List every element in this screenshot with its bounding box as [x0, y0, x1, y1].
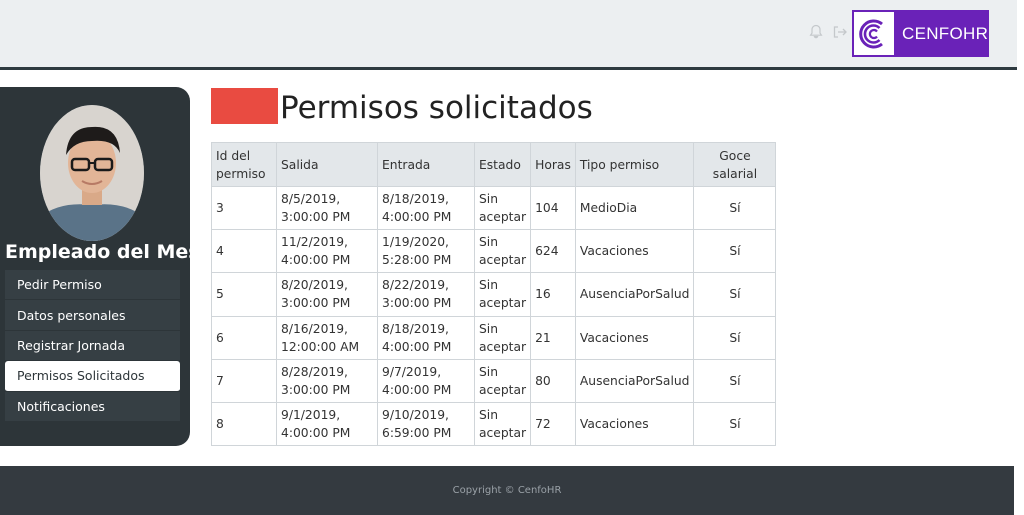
cenfo-logo-icon [854, 12, 894, 55]
cell-horas: 21 [530, 315, 576, 360]
table-row: 6 8/16/2019, 12:00:00 AM 8/18/2019, 4:00… [211, 315, 777, 360]
table-header-row: Id del permiso Salida Entrada Estado Hor… [211, 142, 777, 187]
column-header-entrada: Entrada [377, 142, 475, 187]
cell-id: 7 [211, 358, 277, 403]
cell-salida: 11/2/2019, 4:00:00 PM [276, 229, 378, 274]
cell-entrada: 1/19/2020, 5:28:00 PM [377, 229, 475, 274]
sidebar: Empleado del Mes Pedir Permiso Datos per… [0, 87, 200, 446]
column-header-estado: Estado [473, 142, 532, 187]
sidebar-item-permisos-solicitados[interactable]: Permisos Solicitados [5, 361, 180, 392]
permissions-table: Id del permiso Salida Entrada Estado Hor… [211, 142, 777, 447]
footer: Copyright © CenfoHR [0, 466, 1014, 515]
cell-horas: 16 [530, 272, 576, 317]
cell-tipo: AusenciaPorSalud [574, 272, 695, 317]
cell-goce: Sí [693, 229, 777, 274]
cell-entrada: 8/22/2019, 3:00:00 PM [377, 272, 475, 317]
avatar [40, 105, 144, 241]
sidebar-menu: Pedir Permiso Datos personales Registrar… [5, 270, 180, 422]
title-accent-block [211, 88, 278, 124]
cell-tipo: Vacaciones [574, 401, 695, 447]
column-header-salida: Salida [276, 142, 378, 187]
cell-estado: Sin aceptar [473, 401, 532, 447]
table-row: 7 8/28/2019, 3:00:00 PM 9/7/2019, 4:00:0… [211, 358, 777, 403]
cell-estado: Sin aceptar [473, 185, 532, 231]
cell-tipo: Vacaciones [574, 315, 695, 360]
cell-goce: Sí [693, 401, 777, 447]
cell-tipo: MedioDia [574, 185, 695, 231]
sidebar-item-datos-personales[interactable]: Datos personales [5, 300, 180, 331]
cell-salida: 8/28/2019, 3:00:00 PM [276, 358, 378, 403]
table-row: 4 11/2/2019, 4:00:00 PM 1/19/2020, 5:28:… [211, 229, 777, 274]
cell-tipo: Vacaciones [574, 229, 695, 274]
bell-icon[interactable] [808, 24, 826, 42]
cell-salida: 8/16/2019, 12:00:00 AM [276, 315, 378, 360]
cell-estado: Sin aceptar [473, 272, 532, 317]
brand-logo[interactable]: CENFOHR [852, 10, 989, 57]
cell-horas: 624 [530, 229, 576, 274]
sidebar-item-notificaciones[interactable]: Notificaciones [5, 391, 180, 422]
column-header-goce: Goce salarial [693, 142, 777, 187]
table-row: 8 9/1/2019, 4:00:00 PM 9/10/2019, 6:59:0… [211, 401, 777, 447]
employee-of-month-title: Empleado del Mes [5, 241, 200, 263]
cell-tipo: AusenciaPorSalud [574, 358, 695, 403]
column-header-tipo: Tipo permiso [574, 142, 695, 187]
top-header: CENFOHR [0, 0, 1017, 70]
cell-estado: Sin aceptar [473, 229, 532, 274]
cell-goce: Sí [693, 185, 777, 231]
cell-goce: Sí [693, 272, 777, 317]
cell-estado: Sin aceptar [473, 358, 532, 403]
sidebar-item-pedir-permiso[interactable]: Pedir Permiso [5, 270, 180, 301]
column-header-horas: Horas [530, 142, 576, 187]
cell-entrada: 9/10/2019, 6:59:00 PM [377, 401, 475, 447]
cell-goce: Sí [693, 358, 777, 403]
cell-entrada: 9/7/2019, 4:00:00 PM [377, 358, 475, 403]
page-title: Permisos solicitados [280, 90, 593, 126]
copyright-text: Copyright © CenfoHR [452, 485, 562, 496]
cell-id: 6 [211, 315, 277, 360]
cell-id: 3 [211, 185, 277, 231]
column-header-id: Id del permiso [211, 142, 277, 187]
cell-salida: 9/1/2019, 4:00:00 PM [276, 401, 378, 447]
cell-goce: Sí [693, 315, 777, 360]
brand-text: CENFOHR [902, 23, 989, 43]
cell-salida: 8/20/2019, 3:00:00 PM [276, 272, 378, 317]
cell-id: 4 [211, 229, 277, 274]
table-row: 3 8/5/2019, 3:00:00 PM 8/18/2019, 4:00:0… [211, 185, 777, 231]
cell-horas: 104 [530, 185, 576, 231]
cell-estado: Sin aceptar [473, 315, 532, 360]
cell-id: 5 [211, 272, 277, 317]
logout-icon[interactable] [832, 24, 850, 42]
cell-salida: 8/5/2019, 3:00:00 PM [276, 185, 378, 231]
cell-id: 8 [211, 401, 277, 447]
table-row: 5 8/20/2019, 3:00:00 PM 8/22/2019, 3:00:… [211, 272, 777, 317]
sidebar-item-registrar-jornada[interactable]: Registrar Jornada [5, 330, 180, 362]
cell-entrada: 8/18/2019, 4:00:00 PM [377, 315, 475, 360]
cell-horas: 80 [530, 358, 576, 403]
cell-horas: 72 [530, 401, 576, 447]
cell-entrada: 8/18/2019, 4:00:00 PM [377, 185, 475, 231]
